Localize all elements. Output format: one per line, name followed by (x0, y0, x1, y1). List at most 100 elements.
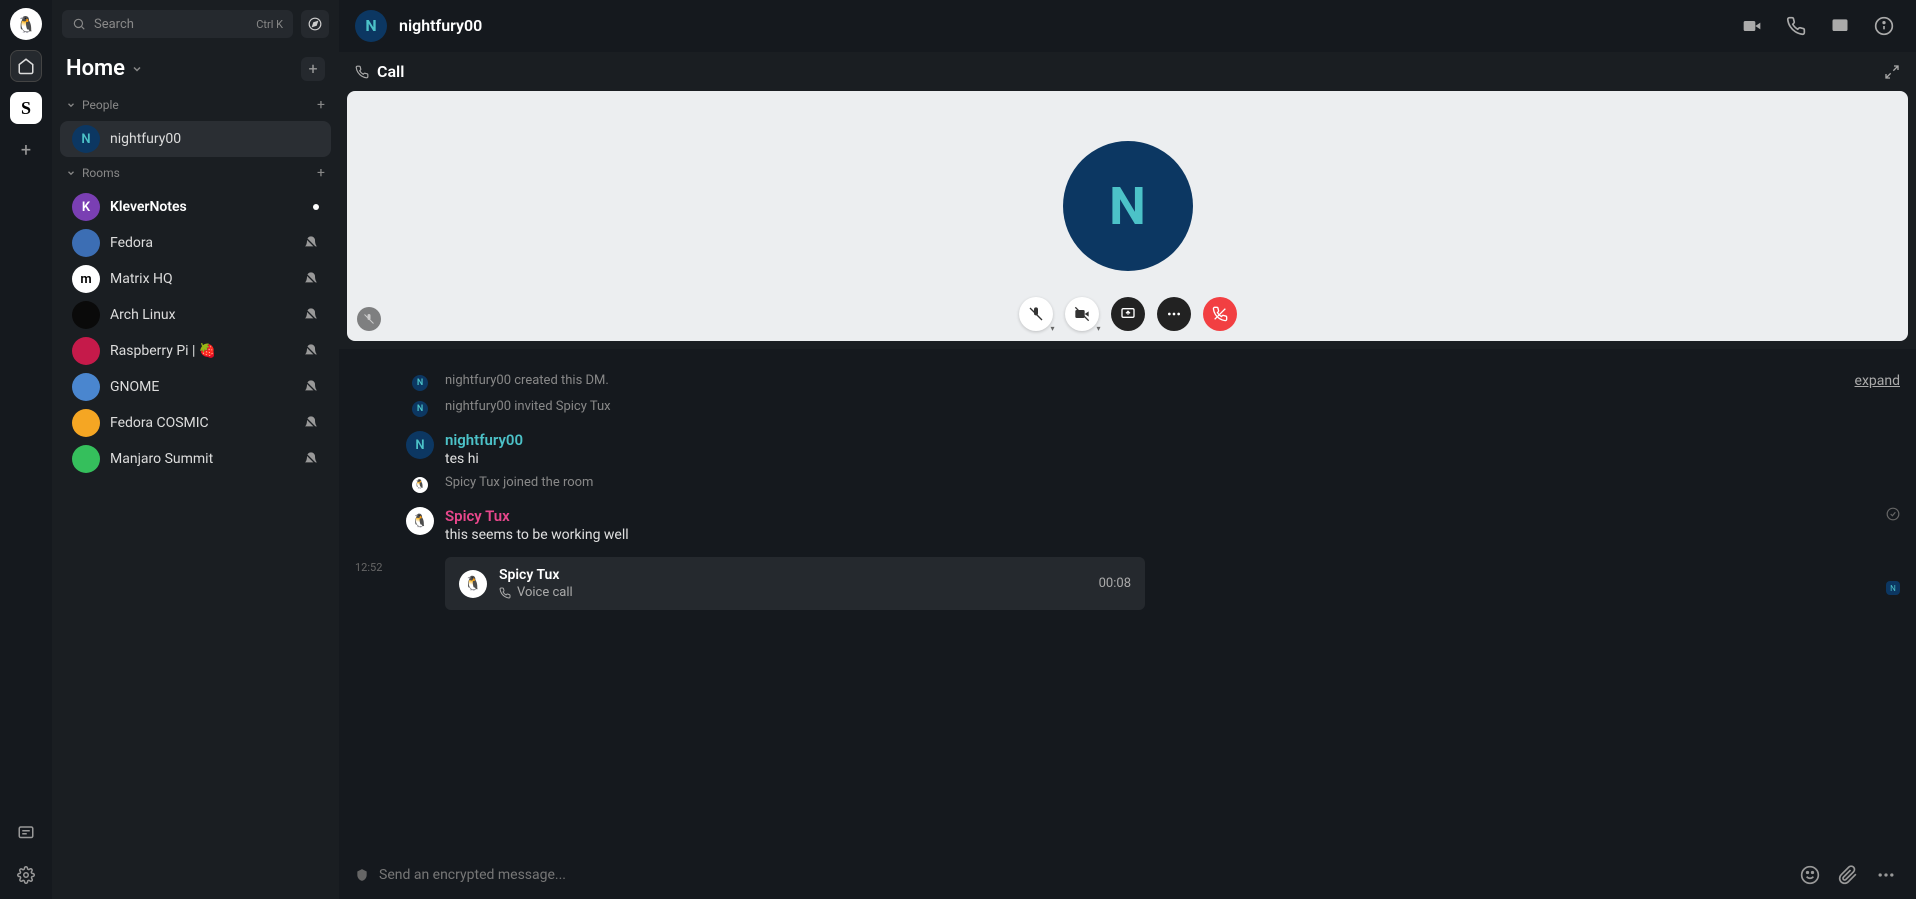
add-space-button[interactable]: + (10, 134, 42, 166)
call-tile-name: Spicy Tux (499, 567, 573, 583)
avatar: N (72, 125, 100, 153)
spaces-bar: 🐧 S + (0, 0, 52, 899)
avatar (72, 373, 100, 401)
state-text: nightfury00 invited Spicy Tux (445, 399, 1900, 414)
chevron-down-icon (66, 168, 76, 178)
muted-indicator (303, 379, 319, 395)
video-icon (1742, 16, 1762, 36)
composer: Send an encrypted message... (339, 851, 1916, 899)
user-avatar[interactable]: 🐧 (10, 8, 42, 40)
room-info-button[interactable] (1868, 10, 1900, 42)
search-row: Search Ctrl K (52, 0, 339, 48)
home-icon (17, 57, 35, 75)
room-item[interactable]: Raspberry Pi | 🍓 (60, 333, 331, 369)
call-tile[interactable]: 🐧 Spicy Tux Voice call 00:08 (445, 557, 1145, 610)
video-call-button[interactable] (1736, 10, 1768, 42)
threads-button[interactable] (1824, 10, 1856, 42)
search-input[interactable]: Search Ctrl K (62, 10, 293, 38)
message-input[interactable]: Send an encrypted message... (379, 867, 1786, 883)
add-people-button[interactable]: + (317, 97, 325, 113)
sent-indicator (1886, 507, 1900, 521)
phone-icon (355, 65, 369, 79)
room-item[interactable]: Arch Linux (60, 297, 331, 333)
room-name: Fedora (110, 235, 293, 251)
expand-call-button[interactable] (1884, 64, 1900, 80)
avatar (72, 409, 100, 437)
rooms-label: Rooms (82, 166, 120, 180)
room-item[interactable]: Fedora (60, 225, 331, 261)
space-home[interactable] (10, 50, 42, 82)
screenshare-icon (1120, 306, 1136, 322)
call-header: Call (339, 52, 1916, 91)
explore-button[interactable] (301, 10, 329, 38)
call-participant-avatar: N (1063, 141, 1193, 271)
expand-button[interactable]: expand (1855, 373, 1900, 389)
people-section-header[interactable]: People + (52, 89, 339, 121)
call-duration: 00:08 (1099, 576, 1131, 591)
hangup-button[interactable] (1203, 297, 1237, 331)
mic-off-icon (363, 313, 375, 325)
main-panel: N nightfury00 Call N (339, 0, 1916, 899)
bell-off-icon (303, 343, 319, 359)
muted-indicator (303, 271, 319, 287)
room-item[interactable]: GNOME (60, 369, 331, 405)
avatar: 🐧 (459, 570, 487, 598)
more-button[interactable] (1872, 861, 1900, 889)
avatar: m (72, 265, 100, 293)
read-receipt: N (1886, 581, 1900, 595)
mic-off-icon (1028, 306, 1044, 322)
bell-off-icon (303, 307, 319, 323)
voice-call-button[interactable] (1780, 10, 1812, 42)
participant-muted-badge (357, 307, 381, 331)
call-controls (1019, 297, 1237, 331)
emoji-button[interactable] (1796, 861, 1824, 889)
space-s[interactable]: S (10, 92, 42, 124)
chevron-down-icon (66, 100, 76, 110)
add-room-button[interactable]: + (317, 165, 325, 181)
settings-button[interactable] (10, 859, 42, 891)
rooms-section-header[interactable]: Rooms + (52, 157, 339, 189)
add-room-button[interactable]: + (301, 57, 325, 81)
bell-off-icon (303, 379, 319, 395)
more-options-button[interactable] (1157, 297, 1191, 331)
mic-toggle-button[interactable] (1019, 297, 1053, 331)
attach-button[interactable] (1834, 861, 1862, 889)
more-icon (1876, 865, 1896, 885)
bell-off-icon (303, 451, 319, 467)
avatar: 🐧 (412, 477, 428, 493)
search-placeholder: Search (94, 17, 134, 32)
room-item[interactable]: m Matrix HQ (60, 261, 331, 297)
timeline-event: N nightfury00 tes hi (395, 427, 1900, 471)
chevron-down-icon[interactable] (131, 63, 143, 75)
people-item[interactable]: N nightfury00 (60, 121, 331, 157)
video-toggle-button[interactable] (1065, 297, 1099, 331)
more-icon (1166, 306, 1182, 322)
room-name: Arch Linux (110, 307, 293, 323)
state-text: nightfury00 created this DM. (445, 373, 1855, 388)
room-header-avatar[interactable]: N (355, 10, 387, 42)
call-widget: Call N (339, 52, 1916, 349)
room-item[interactable]: Manjaro Summit (60, 441, 331, 477)
room-name: nightfury00 (110, 131, 319, 147)
timeline-event: 🐧 Spicy Tux this seems to be working wel… (395, 503, 1900, 547)
room-item[interactable]: K KleverNotes (60, 189, 331, 225)
avatar (72, 229, 100, 257)
muted-indicator (303, 451, 319, 467)
threads-button[interactable] (10, 817, 42, 849)
muted-indicator (303, 343, 319, 359)
avatar: K (72, 193, 100, 221)
compass-icon (308, 17, 322, 31)
sender-name[interactable]: Spicy Tux (445, 507, 1900, 525)
gear-icon (17, 866, 35, 884)
sender-name[interactable]: nightfury00 (445, 431, 1900, 449)
video-off-icon (1074, 306, 1090, 322)
room-name: GNOME (110, 379, 293, 395)
room-item[interactable]: Fedora COSMIC (60, 405, 331, 441)
bell-off-icon (303, 235, 319, 251)
room-name: Matrix HQ (110, 271, 293, 287)
state-text: Spicy Tux joined the room (445, 475, 1900, 490)
room-header: N nightfury00 (339, 0, 1916, 52)
screenshare-button[interactable] (1111, 297, 1145, 331)
avatar (72, 445, 100, 473)
room-header-title[interactable]: nightfury00 (399, 16, 482, 35)
